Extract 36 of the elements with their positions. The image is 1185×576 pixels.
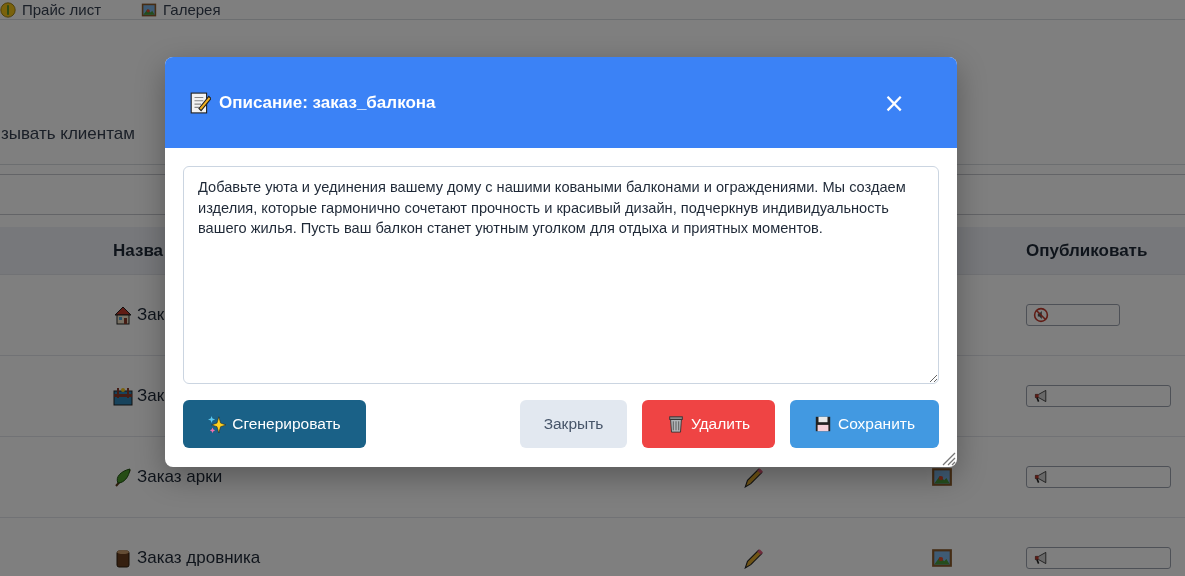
nav-link[interactable]: Прайс лист [0,1,101,18]
dialog-title: Описание: заказ_балкона [219,92,437,113]
framed-picture-icon[interactable] [931,466,953,488]
log-icon [113,548,133,568]
publish-toggle[interactable] [1026,304,1120,326]
option-label: зывать клиентам [0,124,135,144]
publish-toggle[interactable] [1026,547,1171,569]
resize-handle[interactable] [940,450,956,466]
column-header: Опубликовать [1026,240,1148,261]
delete-button[interactable]: Удалить [642,400,775,448]
order-name: Зак [137,305,165,325]
close-button[interactable]: × [879,89,909,116]
megaphone-icon [1033,388,1049,404]
description-field[interactable]: Добавьте уюта и уединения вашему дому с нашими коваными балконами и ограждениями. Мы создаем изделия, которые гармонично сочетают прочность и красивый дизайн, подчеркнув индивидуальность вашего жилья. Пусть ваш балкон станет уютным уголком для отдыха и приятных моментов. [183,166,939,384]
generate-button[interactable]: Сгенерировать [183,400,366,448]
house-icon [113,305,133,325]
save-button[interactable]: Сохранить [790,400,939,448]
memo-icon [189,91,211,114]
close-button[interactable]: Закрыть [520,400,627,448]
fence-icon [113,386,133,406]
megaphone-icon [1033,469,1049,485]
sparkles-icon [208,415,227,433]
order-name: Заказ арки [137,467,223,487]
leaf-icon [113,467,133,487]
framed-picture-icon [141,1,157,18]
order-name: Заказ дровника [137,548,261,568]
muted-speaker-icon [1033,307,1049,323]
nav-link[interactable]: Галерея [141,1,221,18]
column-header: Назва [113,240,165,261]
megaphone-icon [1033,550,1049,566]
coin-icon [0,1,16,18]
trash-can-icon [666,415,685,433]
publish-toggle[interactable] [1026,466,1171,488]
publish-toggle[interactable] [1026,385,1171,407]
pencil-icon[interactable] [742,466,764,488]
order-name: Зак [137,386,165,406]
